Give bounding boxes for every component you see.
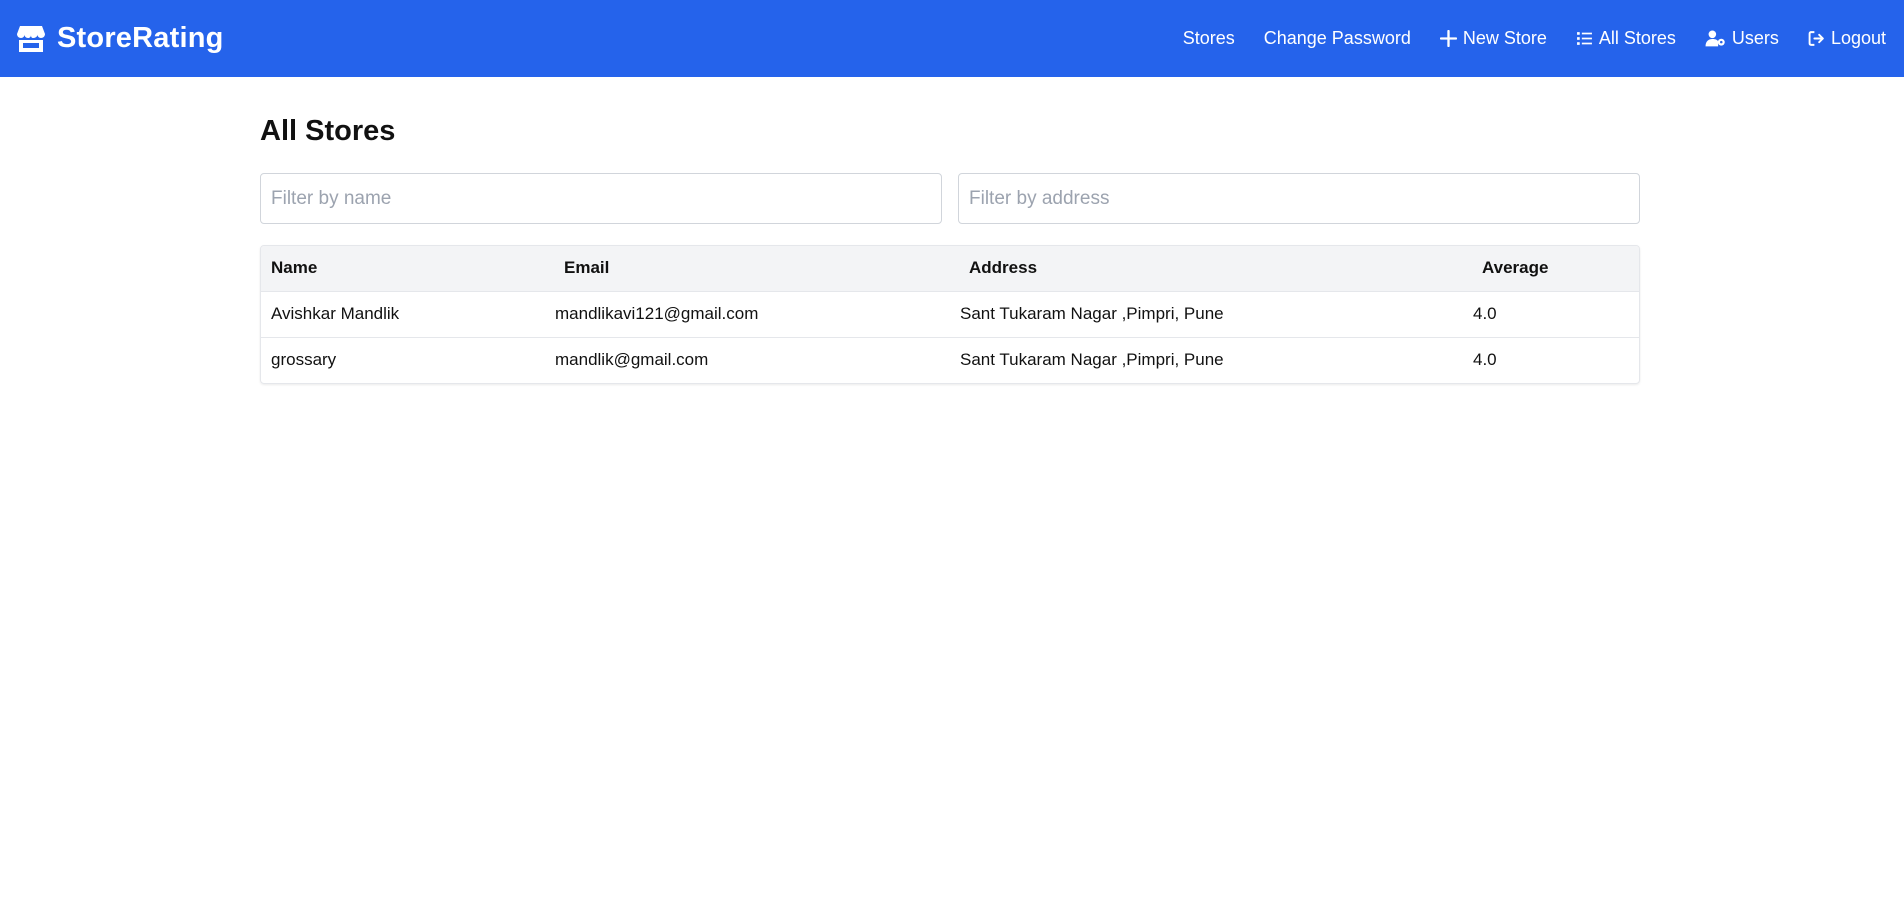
user-gear-icon <box>1705 30 1725 47</box>
table-row: grossary mandlik@gmail.com Sant Tukaram … <box>261 337 1639 383</box>
column-header-average: Average <box>1482 258 1549 278</box>
column-header-address: Address <box>969 258 1038 278</box>
filter-address-input[interactable] <box>958 173 1640 224</box>
brand-link[interactable]: StoreRating <box>16 22 224 55</box>
plus-icon <box>1439 30 1457 47</box>
column-header-name: Name <box>271 258 318 278</box>
cell-name: Avishkar Mandlik <box>271 304 400 323</box>
table-header-row: Name Email Address Average <box>261 246 1639 291</box>
filter-name-input[interactable] <box>260 173 942 224</box>
nav-stores-label: Stores <box>1182 28 1235 48</box>
stores-table: Name Email Address Average Avishkar Mand… <box>261 246 1639 383</box>
cell-average: 4.0 <box>1473 350 1497 370</box>
cell-address: Sant Tukaram Nagar ,Pimpri, Pune <box>960 304 1224 323</box>
nav-links: Stores Change Password New Store All Sto… <box>1154 28 1886 49</box>
nav-new-store-label: New Store <box>1462 28 1547 48</box>
main-content: All Stores Name Email Address Average Av… <box>260 77 1640 384</box>
nav-users[interactable]: Users <box>1705 28 1779 49</box>
cell-name: grossary <box>271 350 337 370</box>
cell-email: mandlik@gmail.com <box>555 350 709 370</box>
list-icon <box>1576 32 1592 45</box>
nav-all-stores[interactable]: All Stores <box>1576 28 1676 49</box>
nav-new-store[interactable]: New Store <box>1439 28 1547 49</box>
store-icon <box>17 25 45 52</box>
cell-email: mandlikavi121@gmail.com <box>555 304 759 323</box>
logout-icon <box>1808 31 1824 46</box>
nav-logout-label: Logout <box>1830 28 1886 48</box>
stores-table-container: Name Email Address Average Avishkar Mand… <box>260 245 1640 384</box>
nav-logout[interactable]: Logout <box>1808 28 1886 49</box>
top-navbar: StoreRating Stores Change Password New S… <box>0 0 1904 77</box>
brand-name: StoreRating <box>57 22 224 54</box>
nav-change-password[interactable]: Change Password <box>1264 28 1411 49</box>
cell-address: Sant Tukaram Nagar ,Pimpri, Pune <box>960 350 1224 370</box>
nav-all-stores-label: All Stores <box>1598 28 1676 48</box>
page-title: All Stores <box>260 115 396 147</box>
cell-average: 4.0 <box>1473 304 1497 323</box>
table-row: Avishkar Mandlik mandlikavi121@gmail.com… <box>261 291 1639 337</box>
column-header-email: Email <box>564 258 610 278</box>
nav-change-password-label: Change Password <box>1263 28 1411 48</box>
nav-users-label: Users <box>1731 28 1779 48</box>
nav-stores[interactable]: Stores <box>1183 28 1235 49</box>
filter-bar <box>260 173 1640 224</box>
